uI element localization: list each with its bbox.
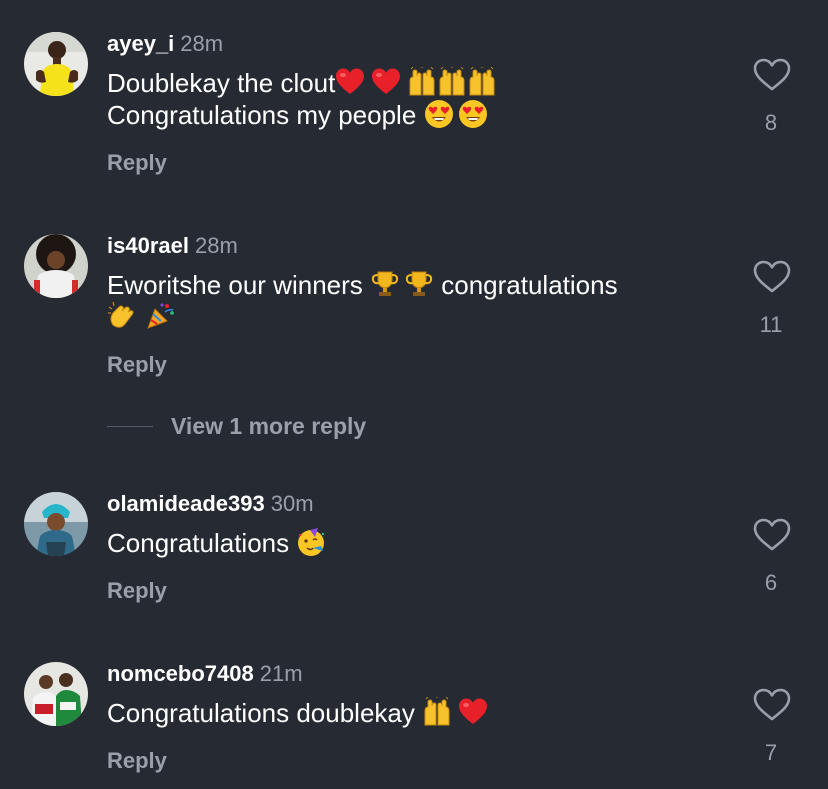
- replies-divider-line: [107, 425, 153, 427]
- heart-outline-icon[interactable]: [753, 260, 791, 294]
- avatar[interactable]: [24, 492, 88, 556]
- trophy-emoji-icon: [404, 269, 434, 299]
- username[interactable]: is40rael: [107, 233, 189, 258]
- reply-button[interactable]: Reply: [107, 578, 167, 604]
- heart-eyes-emoji-icon: [458, 99, 488, 129]
- heart-outline-icon[interactable]: [753, 58, 791, 92]
- heart-outline-icon[interactable]: [753, 688, 791, 722]
- comment-meta: nomcebo7408 21m: [107, 661, 303, 687]
- clapping-hands-emoji-icon: [107, 301, 137, 331]
- like-count: 6: [764, 570, 778, 595]
- reply-button[interactable]: Reply: [107, 352, 167, 378]
- heart-outline-icon[interactable]: [753, 518, 791, 552]
- comment-text: Congratulations doublekay: [107, 697, 717, 729]
- like-count: 11: [759, 312, 783, 337]
- party-popper-emoji-icon: [145, 301, 175, 331]
- raised-hands-emoji-icon: [407, 67, 437, 97]
- comment-meta: olamideade393 30m: [107, 491, 314, 517]
- comment-time: 28m: [180, 31, 224, 56]
- avatar[interactable]: [24, 662, 88, 726]
- reply-button[interactable]: Reply: [107, 748, 167, 774]
- comment-time: 21m: [259, 661, 303, 686]
- raised-hands-emoji-icon: [437, 67, 467, 97]
- view-more-replies[interactable]: View 1 more reply: [107, 409, 366, 443]
- view-more-replies-label[interactable]: View 1 more reply: [171, 413, 366, 440]
- comment-text: Congratulations: [107, 527, 717, 559]
- comment-text-line: Congratulations my people: [107, 100, 417, 130]
- comment-text-line: Congratulations: [107, 528, 290, 558]
- partying-face-emoji-icon: [296, 527, 326, 557]
- comment-text-line: congratulations: [441, 270, 618, 300]
- comment-meta: is40rael 28m: [107, 233, 238, 259]
- avatar[interactable]: [24, 234, 88, 298]
- heart-eyes-emoji-icon: [424, 99, 454, 129]
- comment-text-line: Congratulations doublekay: [107, 698, 415, 728]
- comment-text-line: Eworitshe our winners: [107, 270, 363, 300]
- raised-hands-emoji-icon: [467, 67, 497, 97]
- like-count: 7: [764, 740, 778, 765]
- comment-text: Eworitshe our winners congratulations: [107, 269, 717, 333]
- like-count: 8: [764, 110, 778, 135]
- comment-text-line: Doublekay the clout: [107, 68, 336, 98]
- red-heart-emoji-icon: [458, 697, 488, 727]
- comment-meta: ayey_i 28m: [107, 31, 223, 57]
- username[interactable]: olamideade393: [107, 491, 265, 516]
- reply-button[interactable]: Reply: [107, 150, 167, 176]
- username[interactable]: nomcebo7408: [107, 661, 254, 686]
- red-heart-emoji-icon: [335, 67, 365, 97]
- trophy-emoji-icon: [370, 269, 400, 299]
- comment-text: Doublekay the clout Congratulations my p…: [107, 67, 717, 131]
- comment-time: 28m: [194, 233, 238, 258]
- comment-time: 30m: [270, 491, 314, 516]
- red-heart-emoji-icon: [371, 67, 401, 97]
- raised-hands-emoji-icon: [422, 697, 452, 727]
- username[interactable]: ayey_i: [107, 31, 174, 56]
- avatar[interactable]: [24, 32, 88, 96]
- comments-list: ayey_i 28m Doublekay the clout Congratula…: [0, 0, 828, 789]
